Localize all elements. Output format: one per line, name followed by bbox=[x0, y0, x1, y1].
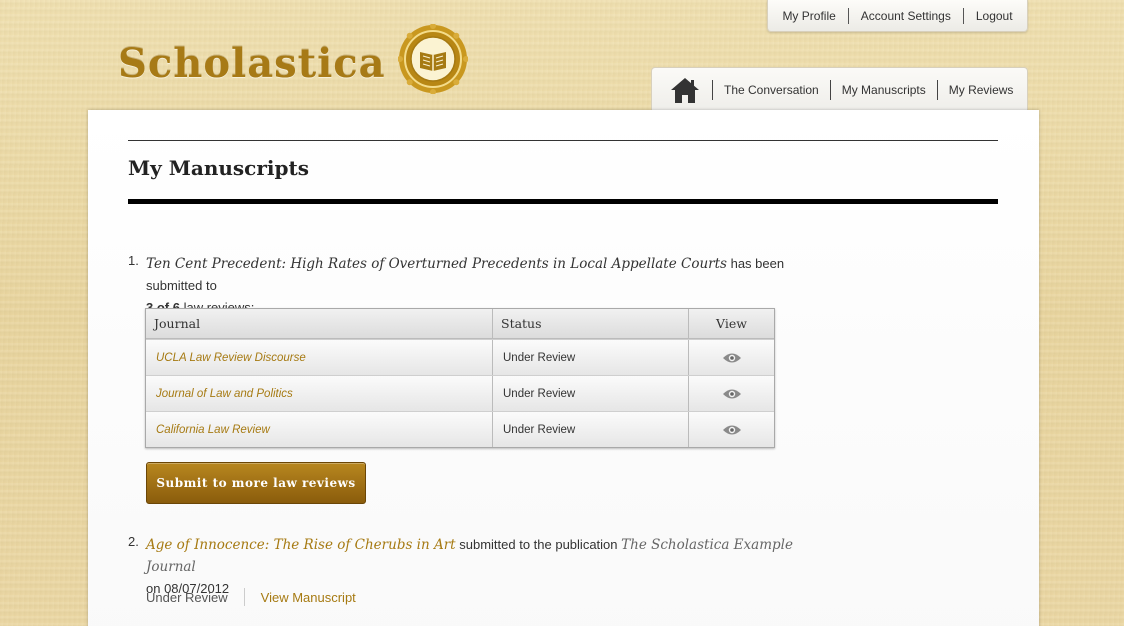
tab-my-manuscripts[interactable]: My Manuscripts bbox=[829, 79, 937, 100]
manuscript-actions: Under Review View Manuscript bbox=[146, 588, 356, 606]
status-cell: Under Review bbox=[493, 376, 689, 411]
status-cell: Under Review bbox=[493, 412, 689, 447]
manuscript-title-link[interactable]: Age of Innocence: The Rise of Cherubs in… bbox=[146, 537, 456, 553]
item-number: 1. bbox=[128, 253, 139, 268]
account-links: My Profile Account Settings Logout bbox=[767, 0, 1028, 32]
tab-my-reviews[interactable]: My Reviews bbox=[936, 79, 1025, 100]
view-cell bbox=[689, 412, 774, 447]
content-panel: My Manuscripts 1. Ten Cent Precedent: Hi… bbox=[88, 110, 1039, 626]
column-header-status: Status bbox=[493, 309, 689, 338]
eye-icon[interactable] bbox=[722, 424, 742, 436]
logo-text: Scholastica bbox=[118, 39, 386, 87]
column-header-view: View bbox=[716, 316, 747, 331]
status-text: Under Review bbox=[146, 589, 228, 605]
manuscript-title: Ten Cent Precedent: High Rates of Overtu… bbox=[146, 256, 727, 272]
journal-link[interactable]: UCLA Law Review Discourse bbox=[146, 340, 493, 375]
submit-more-button[interactable]: Submit to more law reviews bbox=[146, 462, 366, 504]
table-header: Journal Status View bbox=[146, 309, 774, 339]
table-row: UCLA Law Review Discourse Under Review bbox=[146, 339, 774, 375]
status-cell: Under Review bbox=[493, 340, 689, 375]
page-title: My Manuscripts bbox=[128, 156, 309, 180]
table-row: California Law Review Under Review bbox=[146, 411, 774, 447]
tab-the-conversation[interactable]: The Conversation bbox=[712, 79, 830, 100]
my-profile-link[interactable]: My Profile bbox=[770, 8, 847, 24]
logout-link[interactable]: Logout bbox=[962, 7, 1025, 24]
divider bbox=[128, 199, 998, 204]
submissions-table: Journal Status View UCLA Law Review Disc… bbox=[145, 308, 775, 448]
divider bbox=[128, 140, 998, 141]
seal-book-icon bbox=[397, 24, 468, 94]
logo[interactable]: Scholastica bbox=[118, 24, 468, 98]
account-settings-link[interactable]: Account Settings bbox=[847, 7, 963, 24]
column-header-journal: Journal bbox=[146, 309, 493, 338]
view-cell bbox=[689, 376, 774, 411]
item-number: 2. bbox=[128, 534, 139, 549]
home-icon[interactable] bbox=[670, 76, 700, 104]
submission-text: submitted to the publication bbox=[455, 537, 622, 552]
table-row: Journal of Law and Politics Under Review bbox=[146, 375, 774, 411]
view-cell bbox=[689, 340, 774, 375]
journal-link[interactable]: California Law Review bbox=[146, 412, 493, 447]
main-nav: The Conversation My Manuscripts My Revie… bbox=[651, 67, 1028, 111]
eye-icon[interactable] bbox=[722, 352, 742, 364]
view-manuscript-link[interactable]: View Manuscript bbox=[245, 590, 356, 605]
journal-link[interactable]: Journal of Law and Politics bbox=[146, 376, 493, 411]
eye-icon[interactable] bbox=[722, 388, 742, 400]
